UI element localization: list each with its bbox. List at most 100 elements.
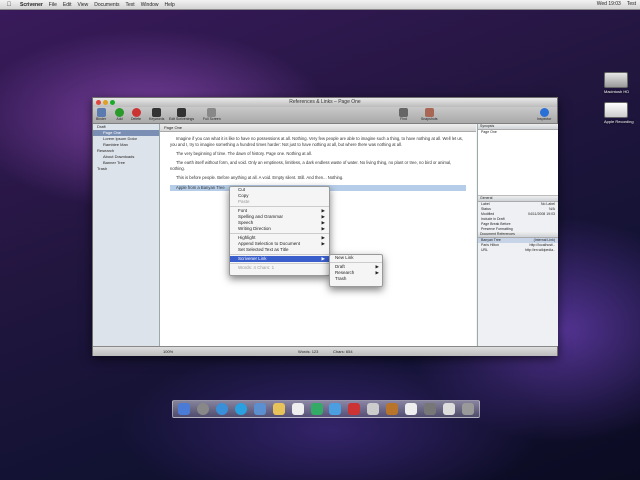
submenu-item-label: Research xyxy=(335,270,355,275)
finder-icon[interactable] xyxy=(178,403,191,415)
delete-icon xyxy=(131,108,141,117)
zoom-level[interactable]: 100% xyxy=(163,347,173,356)
submenu-item-label: Trash xyxy=(335,276,347,281)
ichat-icon[interactable] xyxy=(253,403,266,415)
find-button-label: Find xyxy=(400,117,407,121)
delete-button[interactable]: Delete xyxy=(131,108,141,121)
full-screen-icon xyxy=(207,108,217,117)
scrivener-icon[interactable] xyxy=(386,403,399,415)
menu-separator xyxy=(230,263,329,264)
submenu-item-trash[interactable]: Trash xyxy=(330,276,382,282)
preview-icon[interactable] xyxy=(310,403,323,415)
edit-scrivenings-button[interactable]: Edit Scrivenings xyxy=(169,108,194,121)
edit-scrivenings-icon xyxy=(177,108,187,117)
full-screen-button[interactable]: Full Screen xyxy=(203,108,221,121)
binder-button[interactable]: Binder xyxy=(96,108,106,121)
reference-name: URL xyxy=(481,248,489,252)
toolbar: Binder Add Delete Keywords Edit Scriveni… xyxy=(93,107,557,124)
field-label: Page Break Before xyxy=(481,222,511,226)
menu-separator xyxy=(230,254,329,255)
menu-item-label: Set Selected Text as Title xyxy=(238,247,289,252)
binder-icon xyxy=(96,108,106,117)
edit-scrivenings-label: Edit Scrivenings xyxy=(169,117,195,121)
field-label: Preserve Formatting xyxy=(481,227,513,231)
keywords-icon xyxy=(152,108,162,117)
menu-item-label: Paste xyxy=(238,199,250,204)
context-menu: Cut Copy Paste Font ▶ Spelling and Gramma… xyxy=(229,186,330,276)
menu-item-label: Scrivener Link xyxy=(238,256,267,261)
synopsis-card[interactable] xyxy=(478,135,558,196)
ical-icon[interactable] xyxy=(291,403,304,415)
inspector-button[interactable]: Inspector xyxy=(537,108,551,121)
menu-separator xyxy=(230,206,329,207)
add-icon xyxy=(115,108,124,117)
recording-icon[interactable]: Apple Recording xyxy=(604,102,634,124)
binder-item[interactable]: Trash xyxy=(93,166,159,172)
find-button[interactable]: Find xyxy=(399,108,408,121)
submenu-item-label: Draft xyxy=(335,264,345,269)
time-machine-icon[interactable] xyxy=(367,403,380,415)
add-button-label: Add xyxy=(116,117,123,121)
delete-button-label: Delete xyxy=(131,117,142,121)
itunes-icon[interactable] xyxy=(329,403,342,415)
menu-edit[interactable]: Edit xyxy=(63,2,72,8)
hard-drive-icon[interactable]: Macintosh HD xyxy=(604,72,629,94)
submenu-arrow-icon: ▶ xyxy=(321,226,325,231)
keywords-button-label: Keywords xyxy=(149,117,165,121)
trash-icon[interactable] xyxy=(461,403,474,415)
recording-image xyxy=(604,102,628,118)
menu-item-set-title[interactable]: Set Selected Text as Title xyxy=(230,247,329,253)
photo-booth-icon[interactable] xyxy=(348,403,361,415)
menu-view[interactable]: View xyxy=(77,2,88,8)
documents-stack-icon[interactable] xyxy=(442,403,455,415)
menu-item-label: Speech xyxy=(238,220,254,225)
apple-menu-icon[interactable]:  xyxy=(4,2,14,8)
binder-button-label: Binder xyxy=(96,117,107,121)
window-title: References & Links – Page One xyxy=(289,99,361,105)
dock xyxy=(172,400,480,418)
add-button[interactable]: Add xyxy=(115,108,124,121)
menu-item-paste: Paste xyxy=(230,199,329,205)
menu-scrivener[interactable]: Scrivener xyxy=(20,2,43,8)
paragraph: This is before people. Before anything a… xyxy=(176,175,344,180)
reference-url: http://en.wikipedia.. xyxy=(525,248,555,252)
menu-item-writing-direction[interactable]: Writing Direction ▶ xyxy=(230,226,329,232)
system-preferences-icon[interactable] xyxy=(423,403,436,415)
reference-name: Banyan Tree xyxy=(481,238,501,242)
recording-label: Apple Recording xyxy=(604,119,634,124)
menu-item-label: Font xyxy=(238,208,248,213)
dashboard-icon[interactable] xyxy=(197,403,210,415)
address-book-icon[interactable] xyxy=(272,403,285,415)
textedit-icon[interactable] xyxy=(404,403,417,415)
menu-item-word-count: Words: 4 Chars: 1 xyxy=(230,265,329,271)
full-screen-label: Full Screen xyxy=(203,117,221,121)
minimize-icon[interactable] xyxy=(103,100,108,105)
submenu-item-label: New Link xyxy=(335,255,354,260)
window-titlebar[interactable]: References & Links – Page One xyxy=(93,98,557,107)
user-name[interactable]: Test xyxy=(627,1,636,7)
menu-separator xyxy=(230,233,329,234)
snapshots-icon xyxy=(424,108,434,117)
menu-documents[interactable]: Documents xyxy=(94,2,119,8)
menu-item-label: Spelling and Grammar xyxy=(238,214,284,219)
paragraph: Imagine if you can what it is like to ha… xyxy=(170,136,463,147)
binder-panel: Draft Page One Lorem Ipsum Dolor Ramblee… xyxy=(93,124,160,346)
reference-row[interactable]: URL http://en.wikipedia.. xyxy=(478,248,558,253)
menu-text[interactable]: Text xyxy=(126,2,135,8)
menu-item-label: Words: 4 Chars: 1 xyxy=(238,265,275,270)
menu-window[interactable]: Window xyxy=(141,2,159,8)
mail-icon[interactable] xyxy=(216,403,229,415)
close-icon[interactable] xyxy=(96,100,101,105)
snapshots-button-label: Snapshots xyxy=(421,117,438,121)
safari-icon[interactable] xyxy=(235,403,248,415)
find-icon xyxy=(399,108,408,117)
snapshots-button[interactable]: Snapshots xyxy=(421,108,438,121)
submenu-item-new-link[interactable]: New Link xyxy=(330,255,382,261)
menu-help[interactable]: Help xyxy=(165,2,175,8)
clock[interactable]: Wed 19:03 xyxy=(597,1,621,7)
field-value: 04/11/2008 19:03 xyxy=(528,212,555,216)
menu-item-scrivener-link[interactable]: Scrivener Link ▶ xyxy=(230,256,329,262)
keywords-button[interactable]: Keywords xyxy=(149,108,164,121)
zoom-icon[interactable] xyxy=(110,100,115,105)
menu-file[interactable]: File xyxy=(49,2,57,8)
